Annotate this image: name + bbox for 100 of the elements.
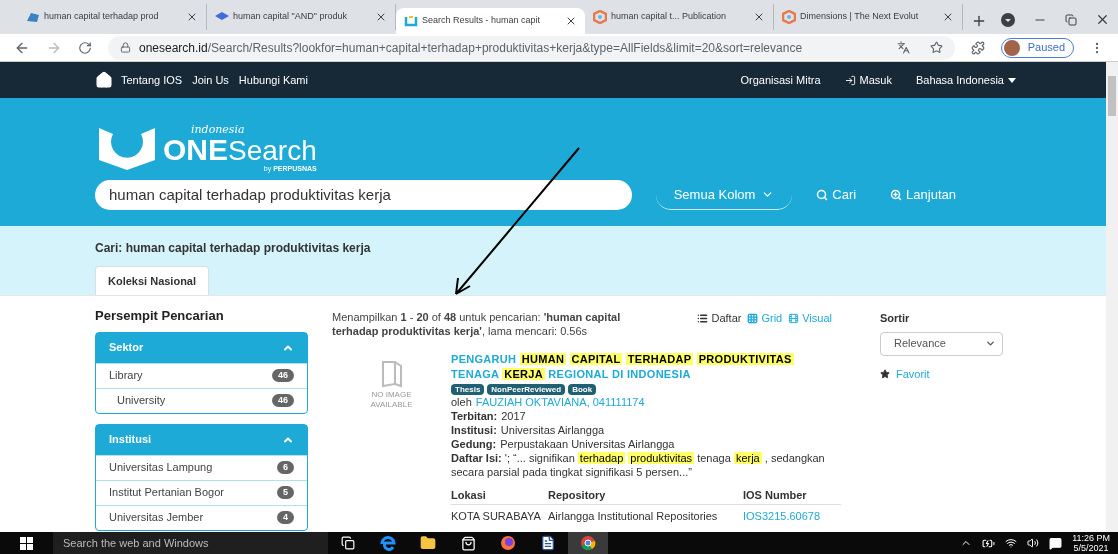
close-icon[interactable] [375, 11, 387, 23]
count-badge: 46 [272, 369, 294, 382]
count-badge: 6 [277, 461, 294, 474]
search-input: human capital terhadap produktivitas kerja [109, 183, 618, 207]
speaker-icon[interactable] [1027, 537, 1040, 549]
taskbar-app[interactable] [568, 532, 608, 554]
tab-title: Dimensions | The Next Evolut [800, 10, 920, 24]
logo-text: ONE [163, 135, 228, 165]
table-cell-text: KOTA SURABAYA [451, 509, 542, 523]
nav-link[interactable]: Tentang IOS [121, 71, 183, 89]
field-label: Institusi: [451, 423, 497, 437]
view-link[interactable]: Daftar [697, 310, 742, 327]
graduation-cap-icon [215, 11, 229, 23]
caret-icon [1008, 77, 1016, 83]
home-icon[interactable] [95, 71, 113, 89]
collection-tab[interactable]: Koleksi Nasional [95, 266, 210, 295]
no-image-text: NO IMAGE AVAILABLE [369, 390, 414, 410]
column-header: Repository [548, 487, 607, 502]
facet-item[interactable]: University 46 [96, 387, 307, 413]
browser-swirl-icon [380, 535, 396, 551]
notification-icon[interactable] [1049, 536, 1063, 550]
format-tag: NonPeerReviewed [487, 384, 566, 395]
browser-tab[interactable]: Search Results - human capit [396, 8, 585, 34]
folder-icon [420, 535, 436, 551]
facet-item[interactable]: Universitas Lampung 6 [96, 454, 307, 480]
count-badge: 5 [277, 486, 294, 499]
document-icon [540, 535, 556, 551]
tab-title: human capital terhadap prod [44, 10, 160, 24]
extensions-icon[interactable] [970, 40, 985, 55]
sign-in-icon [844, 74, 856, 86]
query-heading: Cari: human capital terhadap produktivitas kerja [95, 240, 372, 257]
film-icon [788, 312, 800, 324]
sort-label: Sortir [880, 311, 911, 326]
nav-link[interactable]: Bahasa Indonesia [915, 71, 1016, 89]
new-tab-icon[interactable] [971, 13, 987, 29]
column-header: Lokasi [451, 487, 487, 502]
field-label: Terbitan: [451, 409, 498, 423]
contents-snippet: Daftar Isi: '; “... signifikan terhadap produktivitas tenaga kerja , sedangkan secara parsial pada tingkat signifikasi 5 persen...” [451, 451, 826, 479]
reload-icon[interactable] [78, 40, 92, 55]
search-icon [816, 189, 829, 201]
table-cell-text: Airlangga Institutional Repositories [548, 509, 719, 523]
restore-icon[interactable] [1065, 13, 1077, 26]
hexagon-logo-icon [782, 10, 796, 24]
format-tag: Thesis [451, 384, 485, 395]
nav-link[interactable]: Masuk [844, 71, 892, 89]
star-icon [880, 368, 890, 379]
column-header: IOS Number [743, 487, 807, 502]
cup-logo-icon [404, 14, 418, 28]
translate-icon[interactable] [896, 41, 910, 54]
field-value: Universitas Airlangga [500, 423, 605, 437]
sort-select[interactable]: Relevance [880, 331, 1003, 356]
tab-title: human capital "AND" produk [233, 10, 348, 24]
browser-tab[interactable]: human capital t... Publication [585, 4, 774, 30]
taskbar-search-field[interactable]: Search the web and Windows [53, 532, 328, 554]
by-label: oleh [451, 395, 472, 409]
field-label: Gedung: [451, 437, 497, 451]
avatar [1003, 39, 1020, 56]
nav-link[interactable]: Organisasi Mitra [740, 71, 821, 89]
close-icon[interactable] [1095, 12, 1110, 27]
tab-title: Search Results - human capit [422, 14, 542, 28]
results-summary: Menampilkan 1 - 20 of 48 untuk pencarian: 'human capital terhadap produktivitas kerja', lama mencari: 0.56s [332, 310, 622, 338]
search-field[interactable]: human capital terhadap produktivitas kerja [95, 180, 632, 210]
field-value: Perpustakaan Universitas Airlangga [500, 437, 675, 451]
nav-link[interactable]: Join Us [192, 71, 229, 89]
format-tag: Book [568, 384, 597, 395]
clock-date: 5/5/2021 [1073, 543, 1109, 553]
book-icon [380, 360, 403, 388]
logo-text: Search [228, 137, 317, 165]
logo-text: indonesia [191, 124, 246, 135]
lock-icon [120, 42, 131, 53]
zoom-in-icon [890, 189, 903, 201]
result-title[interactable]: PENGARUH HUMAN CAPITAL TERHADAP PRODUKTIVITAS TENAGA KERJA REGIONAL DI INDONESIA [451, 352, 842, 382]
list-icon [697, 312, 709, 324]
clock-time: 11:26 PM [1072, 533, 1110, 543]
url-host: onesearch.id [139, 39, 208, 57]
field-value: 2017 [501, 409, 526, 423]
shopping-bag-icon [460, 535, 476, 551]
close-icon[interactable] [565, 15, 577, 27]
close-icon[interactable] [186, 11, 198, 23]
chrome-ball-icon [580, 535, 596, 551]
wifi-icon[interactable] [1005, 537, 1018, 549]
facet-item[interactable]: Universitas Jember 4 [96, 504, 307, 530]
facet-item[interactable]: Library 46 [96, 362, 307, 388]
close-icon[interactable] [753, 11, 765, 23]
hexagon-logo-icon [593, 10, 607, 24]
tab-title: human capital t... Publication [611, 10, 728, 24]
sidebar-heading: Persempit Pencarian [95, 307, 225, 325]
grid-icon [747, 312, 759, 324]
facet-item[interactable]: Institut Pertanian Bogor 5 [96, 479, 307, 505]
address-field[interactable]: onesearch.id/Search/Results?lookfor=human+capital+terhadap+produktivitas+kerja&type=AllFields&limit=20&sort=relevance [108, 35, 955, 60]
browser-tab[interactable]: Dimensions | The Next Evolut [774, 4, 963, 30]
windows-logo-icon[interactable] [20, 536, 33, 550]
close-icon[interactable] [942, 11, 954, 23]
nav-link[interactable]: Hubungi Kami [238, 71, 308, 89]
count-badge: 46 [272, 394, 294, 407]
url-path: /Search/Results?lookfor=human+capital+terhadap+produktivitas+kerja&type=AllFields&limit=20&sort=relevance [207, 39, 803, 57]
bookmark-star-icon[interactable] [929, 41, 943, 54]
task-view-icon [341, 536, 355, 550]
browser-tab[interactable]: human capital terhadap prod [18, 4, 207, 30]
dropdown-circle-icon[interactable] [1001, 12, 1015, 27]
